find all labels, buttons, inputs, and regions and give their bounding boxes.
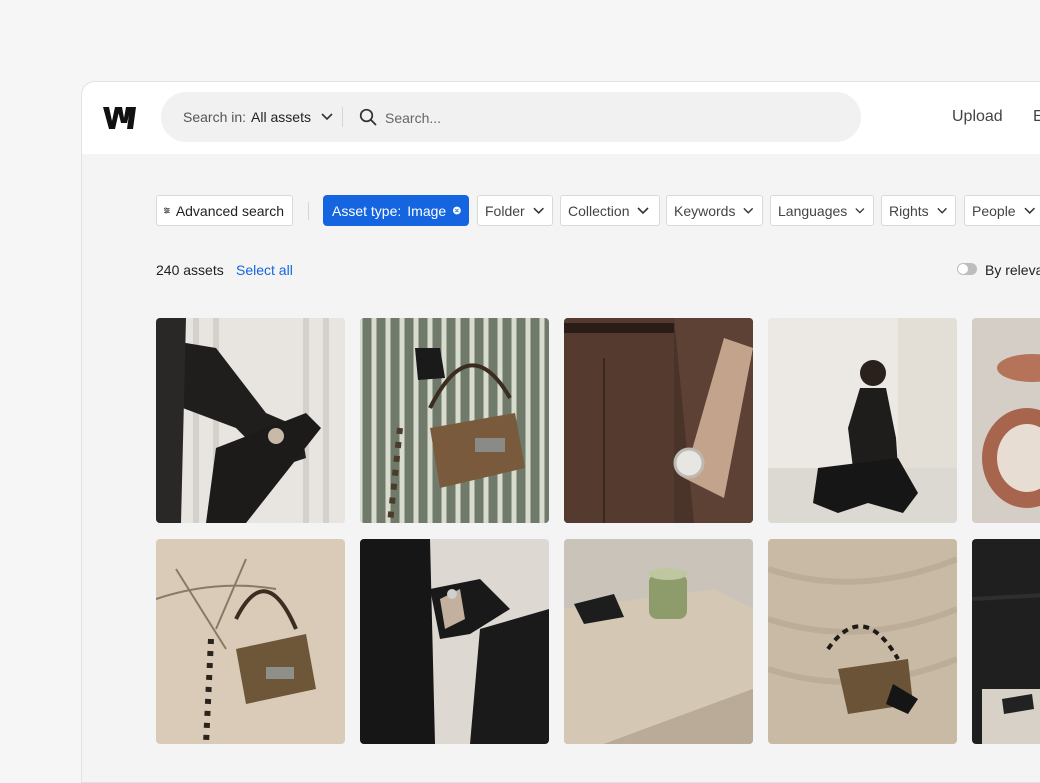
chevron-down-icon: [533, 207, 544, 214]
search-scope-label: Search in:: [183, 109, 247, 125]
asset-thumbnail: [768, 539, 957, 744]
asset-tile[interactable]: [564, 539, 753, 744]
chevron-down-icon: [1024, 207, 1035, 214]
app-window: Search in: All assets Upload E: [81, 81, 1040, 783]
chevron-down-icon: [637, 206, 650, 214]
asset-thumbnail: [564, 539, 753, 744]
asset-tile[interactable]: [564, 318, 753, 523]
search-bar: Search in: All assets: [161, 92, 861, 142]
collection-filter-label: Collection: [568, 202, 630, 219]
languages-filter-label: Languages: [778, 202, 848, 219]
sort-label: By relevan: [985, 262, 1040, 278]
asset-type-filter-value: Image: [407, 202, 447, 219]
filter-divider: [308, 202, 309, 220]
search-input[interactable]: [383, 105, 827, 131]
rights-filter-label: Rights: [889, 202, 929, 219]
asset-count: 240 assets: [156, 262, 224, 278]
asset-tile[interactable]: [768, 318, 957, 523]
folder-filter-label: Folder: [485, 202, 525, 219]
people-filter-dropdown[interactable]: People: [964, 195, 1040, 226]
asset-thumbnail: [156, 318, 345, 523]
chevron-down-icon: [743, 207, 754, 214]
collection-filter-dropdown[interactable]: Collection: [560, 195, 660, 226]
chevron-down-icon: [937, 207, 947, 214]
clear-filter-icon[interactable]: [453, 203, 461, 218]
people-filter-label: People: [972, 202, 1016, 219]
asset-thumbnail: [360, 318, 549, 523]
asset-thumbnail: [972, 318, 1040, 523]
asset-thumbnail: [768, 318, 957, 523]
select-all-link[interactable]: Select all: [236, 262, 293, 278]
advanced-search-button[interactable]: Advanced search: [156, 195, 293, 226]
asset-thumbnail: [360, 539, 549, 744]
header-menu-item[interactable]: E: [1033, 108, 1040, 126]
asset-tile[interactable]: [156, 539, 345, 744]
asset-tile[interactable]: [972, 318, 1040, 523]
chevron-down-icon: [855, 207, 865, 214]
asset-tile[interactable]: [360, 539, 549, 744]
sort-toggle[interactable]: [957, 263, 977, 275]
folder-filter-dropdown[interactable]: Folder: [477, 195, 553, 226]
keywords-filter-label: Keywords: [674, 202, 736, 219]
sliders-icon: [164, 207, 170, 214]
asset-tile[interactable]: [156, 318, 345, 523]
advanced-search-label: Advanced search: [175, 202, 284, 219]
search-scope-value: All assets: [251, 109, 311, 125]
search-icon: [359, 108, 377, 126]
top-bar: Search in: All assets Upload E: [82, 82, 1040, 154]
brand-logo[interactable]: [102, 106, 140, 130]
upload-button[interactable]: Upload: [952, 108, 1003, 126]
keywords-filter-dropdown[interactable]: Keywords: [666, 195, 763, 226]
languages-filter-dropdown[interactable]: Languages: [770, 195, 874, 226]
rights-filter-dropdown[interactable]: Rights: [881, 195, 956, 226]
chevron-down-icon: [321, 113, 333, 121]
search-scope-dropdown[interactable]: Search in: All assets: [183, 92, 333, 142]
asset-thumbnail: [564, 318, 753, 523]
asset-type-filter-label: Asset type:: [332, 202, 402, 219]
asset-tile[interactable]: [360, 318, 549, 523]
search-divider: [342, 107, 343, 127]
asset-thumbnail: [972, 539, 1040, 744]
asset-type-filter-chip[interactable]: Asset type: Image: [323, 195, 469, 226]
asset-thumbnail: [156, 539, 345, 744]
asset-tile[interactable]: [972, 539, 1040, 744]
asset-tile[interactable]: [768, 539, 957, 744]
filter-bar: Advanced search Asset type: Image Folder…: [156, 195, 1040, 228]
